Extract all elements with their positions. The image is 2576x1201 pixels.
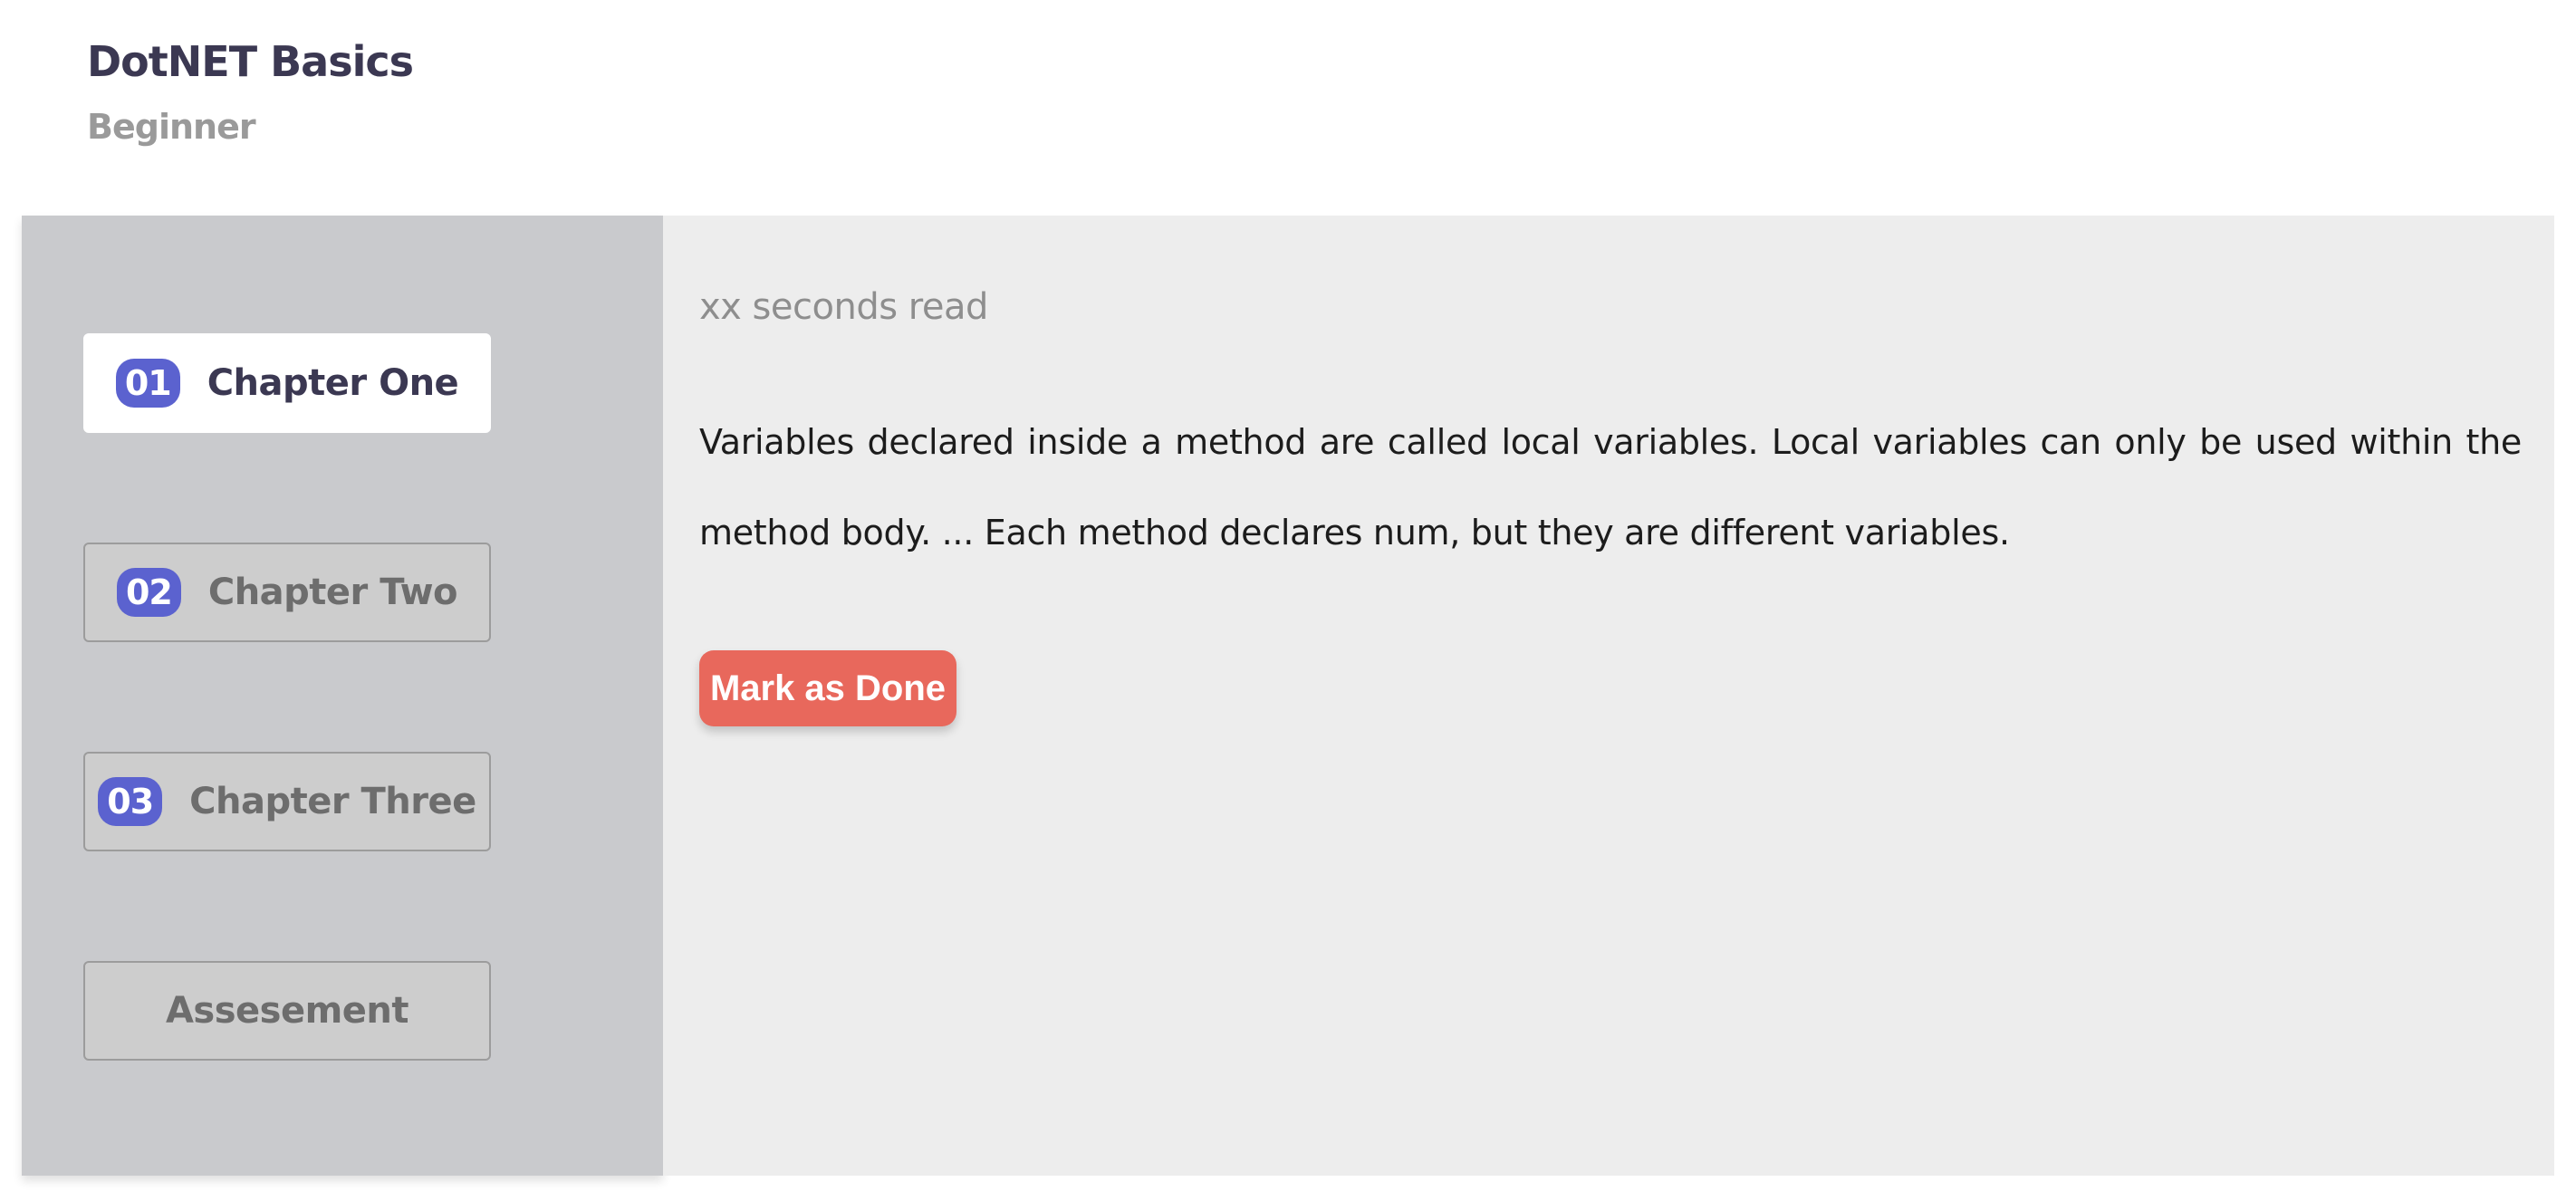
chapter-two-label: Chapter Two	[207, 572, 458, 613]
read-time: xx seconds read	[699, 286, 988, 328]
course-title: DotNET Basics	[87, 37, 414, 86]
mark-as-done-button[interactable]: Mark as Done	[699, 650, 956, 726]
chapter-three-number: 03	[98, 777, 163, 826]
course-header: DotNET Basics Beginner	[87, 33, 414, 154]
chapter-content: xx seconds read Variables declared insid…	[663, 216, 2554, 1176]
assessment-label: Assesement	[165, 990, 409, 1032]
chapter-two-number: 02	[116, 568, 181, 617]
chapter-sidebar: 01 Chapter One 02 Chapter Two 03 Chapter…	[22, 216, 663, 1176]
chapter-body-text: Variables declared inside a method are c…	[699, 422, 2522, 552]
chapter-two-tab[interactable]: 02 Chapter Two	[83, 543, 491, 642]
course-level: Beginner	[87, 107, 256, 147]
course-layout: 01 Chapter One 02 Chapter Two 03 Chapter…	[22, 216, 2554, 1176]
assessment-tab[interactable]: Assesement	[83, 961, 491, 1061]
chapter-three-label: Chapter Three	[189, 781, 476, 822]
chapter-one-tab[interactable]: 01 Chapter One	[83, 333, 491, 433]
chapter-three-tab[interactable]: 03 Chapter Three	[83, 752, 491, 851]
chapter-one-number: 01	[115, 359, 180, 408]
chapter-one-label: Chapter One	[207, 362, 459, 404]
